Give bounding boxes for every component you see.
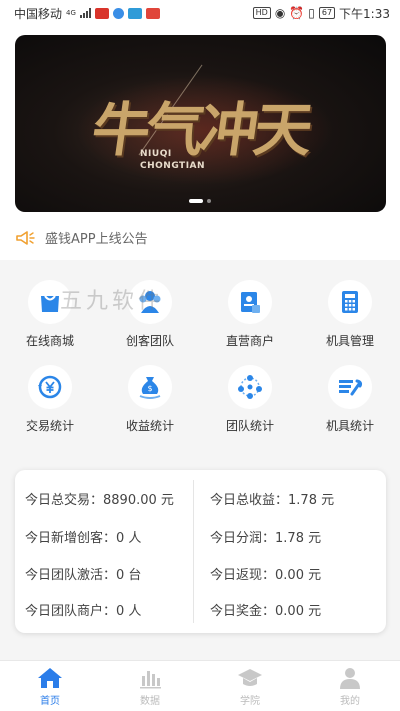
tab-label: 首页 — [40, 695, 60, 707]
menu-label: 机具统计 — [325, 419, 374, 433]
hd-badge: HD — [252, 7, 271, 19]
clock-label: 下午1:33 — [339, 6, 390, 21]
app-notification-icon — [145, 7, 160, 19]
status-bar: 中国移动 4G HD ◉ ⏰ ▯ 67 下午1:33 — [0, 0, 400, 26]
menu-label: 直营商户 — [225, 334, 274, 348]
app-notification-icon — [112, 7, 124, 19]
menu-item-online-mall[interactable]: 在线商城 — [0, 280, 100, 350]
tools-icon — [328, 365, 372, 409]
megaphone-icon — [16, 230, 35, 245]
menu-label: 创客团队 — [125, 334, 174, 348]
signal-icon — [79, 8, 91, 18]
tab-data[interactable]: 数据 — [100, 661, 200, 711]
exchange-yen-icon — [28, 365, 72, 409]
notice-text: 盛钱APP上线公告 — [45, 232, 148, 247]
banner-carousel[interactable]: 牛气冲天 NIUQI CHONGTIAN — [15, 35, 386, 212]
stat-total-earnings: 今日总收益：1.78 元 — [210, 493, 335, 508]
network-icon — [228, 365, 272, 409]
network-label: 4G — [66, 9, 76, 17]
alarm-icon: ⏰ — [289, 6, 305, 20]
stat-team-merchants: 今日团队商户：0 人 — [25, 604, 142, 619]
notice-bar[interactable]: 盛钱APP上线公告 — [15, 228, 148, 247]
bottom-tab-bar: 首页 数据 学院 我的 — [0, 660, 400, 711]
tab-home[interactable]: 首页 — [0, 661, 100, 711]
tab-academy[interactable]: 学院 — [200, 661, 300, 711]
menu-item-transaction-stats[interactable]: 交易统计 — [0, 365, 100, 435]
shopping-bag-icon — [28, 280, 72, 324]
banner-subtitle: NIUQI CHONGTIAN — [140, 148, 205, 172]
tab-label: 数据 — [140, 695, 160, 707]
menu-label: 机具管理 — [325, 334, 374, 348]
tab-profile[interactable]: 我的 — [300, 661, 400, 711]
app-notification-icon — [94, 7, 109, 19]
tab-label: 我的 — [340, 695, 360, 707]
stats-divider — [193, 480, 194, 623]
vibrate-icon: ▯ — [308, 6, 315, 20]
stat-new-makers: 今日新增创客：0 人 — [25, 531, 142, 546]
stat-team-activations: 今日团队激活：0 台 — [25, 568, 142, 583]
menu-item-device-stats[interactable]: 机具统计 — [300, 365, 400, 435]
home-icon — [37, 666, 63, 690]
function-menu: 在线商城 创客团队 直营商户 机具管理 交易统计 $ 收益统计 团队统计 机具统… — [0, 260, 400, 450]
merchant-card-icon — [228, 280, 272, 324]
battery-icon: 67 — [318, 7, 336, 19]
stat-profit-share: 今日分润：1.78 元 — [210, 531, 322, 546]
menu-label: 团队统计 — [225, 419, 274, 433]
menu-label: 交易统计 — [25, 419, 74, 433]
graduation-cap-icon — [237, 666, 263, 690]
stat-total-transaction: 今日总交易：8890.00 元 — [25, 493, 174, 508]
carousel-dot[interactable] — [207, 199, 211, 203]
top-section: 牛气冲天 NIUQI CHONGTIAN 盛钱APP上线公告 — [0, 26, 400, 260]
tab-label: 学院 — [240, 695, 260, 707]
calculator-icon — [328, 280, 372, 324]
menu-label: 收益统计 — [125, 419, 174, 433]
menu-label: 在线商城 — [25, 334, 74, 348]
bar-chart-icon — [137, 666, 163, 690]
team-icon — [128, 280, 172, 324]
eye-icon: ◉ — [274, 6, 286, 20]
banner-subtitle-line2: CHONGTIAN — [140, 161, 206, 171]
money-bag-icon: $ — [128, 365, 172, 409]
app-notification-icon — [127, 7, 142, 19]
menu-item-maker-team[interactable]: 创客团队 — [100, 280, 200, 350]
menu-item-device-management[interactable]: 机具管理 — [300, 280, 400, 350]
user-icon — [337, 666, 363, 690]
carrier-label: 中国移动 — [14, 6, 63, 21]
carousel-indicator — [189, 199, 211, 203]
stat-bonus: 今日奖金：0.00 元 — [210, 604, 322, 619]
menu-item-direct-merchant[interactable]: 直营商户 — [200, 280, 300, 350]
daily-stats-card: 今日总交易：8890.00 元 今日新增创客：0 人 今日团队激活：0 台 今日… — [15, 470, 386, 633]
banner-subtitle-line1: NIUQI — [140, 149, 172, 159]
stat-cashback: 今日返现：0.00 元 — [210, 568, 322, 583]
svg-text:$: $ — [147, 384, 152, 393]
menu-item-earnings-stats[interactable]: $ 收益统计 — [100, 365, 200, 435]
carousel-dot-active[interactable] — [189, 199, 203, 203]
menu-item-team-stats[interactable]: 团队统计 — [200, 365, 300, 435]
